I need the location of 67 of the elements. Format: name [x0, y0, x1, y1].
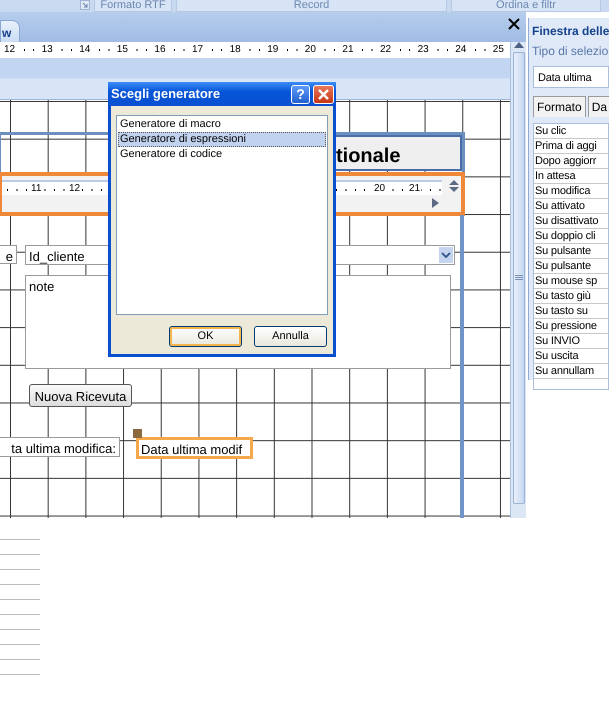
property-name: Su uscita — [534, 349, 608, 364]
ruler-number: 25 — [492, 44, 505, 55]
ruler-number: 18 — [228, 44, 242, 55]
property-name: Prima di aggi — [534, 139, 608, 154]
property-name: Su attivato — [534, 199, 608, 214]
property-name: Su tasto giù — [534, 289, 608, 304]
help-button[interactable]: ? — [291, 84, 310, 104]
vertical-scrollbar[interactable] — [510, 42, 526, 518]
ruler-number: 15 — [116, 44, 129, 55]
ruler-number: 12 — [3, 44, 16, 55]
ruler-number: 24 — [454, 44, 468, 55]
property-name: Su annullam — [534, 364, 608, 379]
scroll-arrows-icon — [448, 179, 460, 193]
selection-type-label: Tipo di selezio — [531, 43, 609, 60]
ruler-number: 17 — [191, 44, 204, 55]
ruler-number: 12 — [68, 183, 82, 194]
close-button[interactable] — [313, 84, 334, 104]
property-name: Su INVIO — [534, 334, 608, 349]
dialog-title: Scegli generatore — [111, 85, 220, 104]
property-name: Su modifica — [534, 184, 608, 199]
field-label: ta ultima modifica: — [0, 437, 120, 457]
ribbon-group-label: Formato RTF — [94, 0, 172, 12]
text-box[interactable]: Data ultima modif — [136, 437, 253, 459]
ruler-number: 23 — [416, 44, 430, 55]
property-name: Dopo aggiorr — [534, 154, 608, 169]
ruler-number: 20 — [304, 44, 317, 55]
ok-button[interactable]: OK — [169, 326, 242, 347]
panel-title: Finestra delle — [531, 23, 609, 40]
ruler-number: 22 — [379, 44, 392, 55]
dialog-launcher-icon[interactable] — [80, 0, 90, 10]
subform-header-label: tionale — [336, 135, 462, 171]
property-tab[interactable]: Da — [588, 96, 609, 117]
property-name: Su clic — [534, 124, 608, 139]
grip-icon — [514, 275, 522, 281]
property-name: Su pulsante — [534, 259, 608, 274]
property-name: Su disattivato — [534, 214, 608, 229]
ruler-number: 21 — [408, 183, 422, 194]
property-name: Su doppio cli — [534, 229, 608, 244]
ruler-number: 13 — [40, 44, 54, 55]
ruler-number: 19 — [266, 44, 280, 55]
ribbon-group-label: Ordina e filtr — [451, 0, 601, 12]
property-tab[interactable]: Formato — [533, 96, 586, 117]
ruler-number: 16 — [153, 44, 167, 55]
document-tab[interactable]: w — [0, 20, 20, 42]
close-icon — [318, 88, 329, 100]
list-item[interactable]: Generatore di macro — [118, 117, 326, 132]
property-name: In attesa — [534, 169, 608, 184]
move-handle[interactable] — [133, 429, 142, 438]
cancel-button[interactable]: Annulla — [254, 326, 327, 347]
list-item[interactable]: Generatore di codice — [118, 147, 326, 162]
ruler-number: 11 — [30, 183, 42, 194]
object-combo-box[interactable]: Data ultima — [533, 66, 609, 88]
field-label: e — [0, 245, 17, 264]
list-item[interactable]: Generatore di espressioni — [118, 132, 326, 147]
nuova-ricevuta-button[interactable]: Nuova Ricevuta — [29, 384, 132, 407]
ruler-number: 21 — [341, 44, 355, 55]
property-name: Su tasto su — [534, 304, 608, 319]
property-name: Su pulsante — [534, 244, 608, 259]
property-name: Su pressione — [534, 319, 608, 334]
ruler-number: 20 — [373, 183, 386, 194]
ruler-number: 14 — [78, 44, 92, 55]
up-arrow-icon — [514, 42, 524, 48]
ribbon-group-label: Record — [176, 0, 447, 12]
property-name: Su mouse sp — [534, 274, 608, 289]
right-arrow-icon — [432, 198, 439, 208]
generator-list[interactable]: Generatore di macro Generatore di espressioni Generatore di codice — [116, 115, 328, 315]
close-icon[interactable] — [508, 18, 520, 30]
